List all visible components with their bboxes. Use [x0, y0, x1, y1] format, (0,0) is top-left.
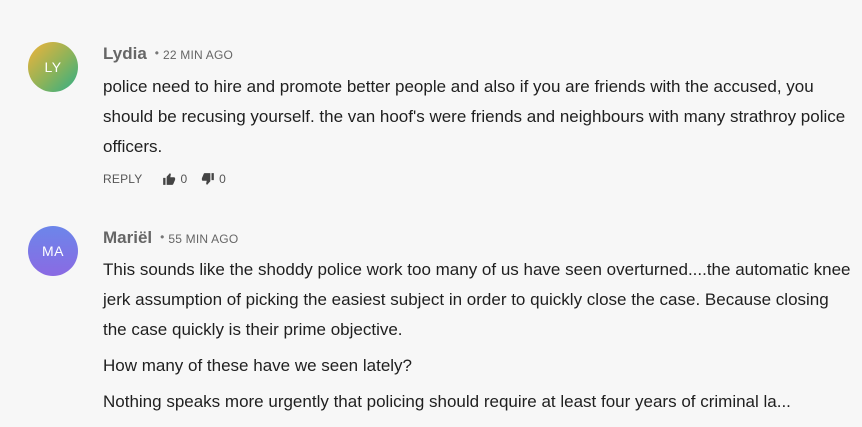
comment-author[interactable]: Lydia: [103, 44, 147, 64]
comment-paragraph: Nothing speaks more urgently that polici…: [103, 392, 791, 411]
comment-timestamp: 22 MIN AGO: [162, 48, 234, 62]
separator-dot: •: [160, 230, 165, 244]
comment-body: police need to hire and promote better p…: [103, 72, 855, 162]
comment-paragraph: police need to hire and promote better p…: [103, 77, 846, 156]
avatar[interactable]: LY: [28, 42, 78, 92]
comment-header: Lydia • 22 MIN AGO: [103, 44, 233, 64]
avatar[interactable]: MA: [28, 226, 78, 276]
comment-paragraph: This sounds like the shoddy police work …: [103, 260, 851, 339]
comment-actions: REPLY 0 0: [103, 172, 240, 186]
separator-dot: •: [154, 46, 159, 60]
dislike-button[interactable]: 0: [201, 172, 226, 186]
comment-timestamp: 55 MIN AGO: [168, 232, 239, 246]
reply-button[interactable]: REPLY: [103, 172, 142, 186]
comment-author[interactable]: Mariël: [103, 228, 152, 248]
comment-header: Mariël • 55 MIN AGO: [103, 228, 238, 248]
dislike-count: 0: [219, 172, 226, 186]
like-count: 0: [180, 172, 188, 186]
like-button[interactable]: 0: [162, 172, 187, 186]
thumbs-up-icon: [163, 173, 176, 185]
comment-body: This sounds like the shoddy police work …: [103, 255, 855, 417]
comment-paragraph: How many of these have we seen lately?: [103, 356, 413, 375]
thumbs-down-icon: [202, 173, 214, 185]
avatar-initials: LY: [44, 59, 62, 75]
avatar-initials: MA: [42, 243, 64, 259]
